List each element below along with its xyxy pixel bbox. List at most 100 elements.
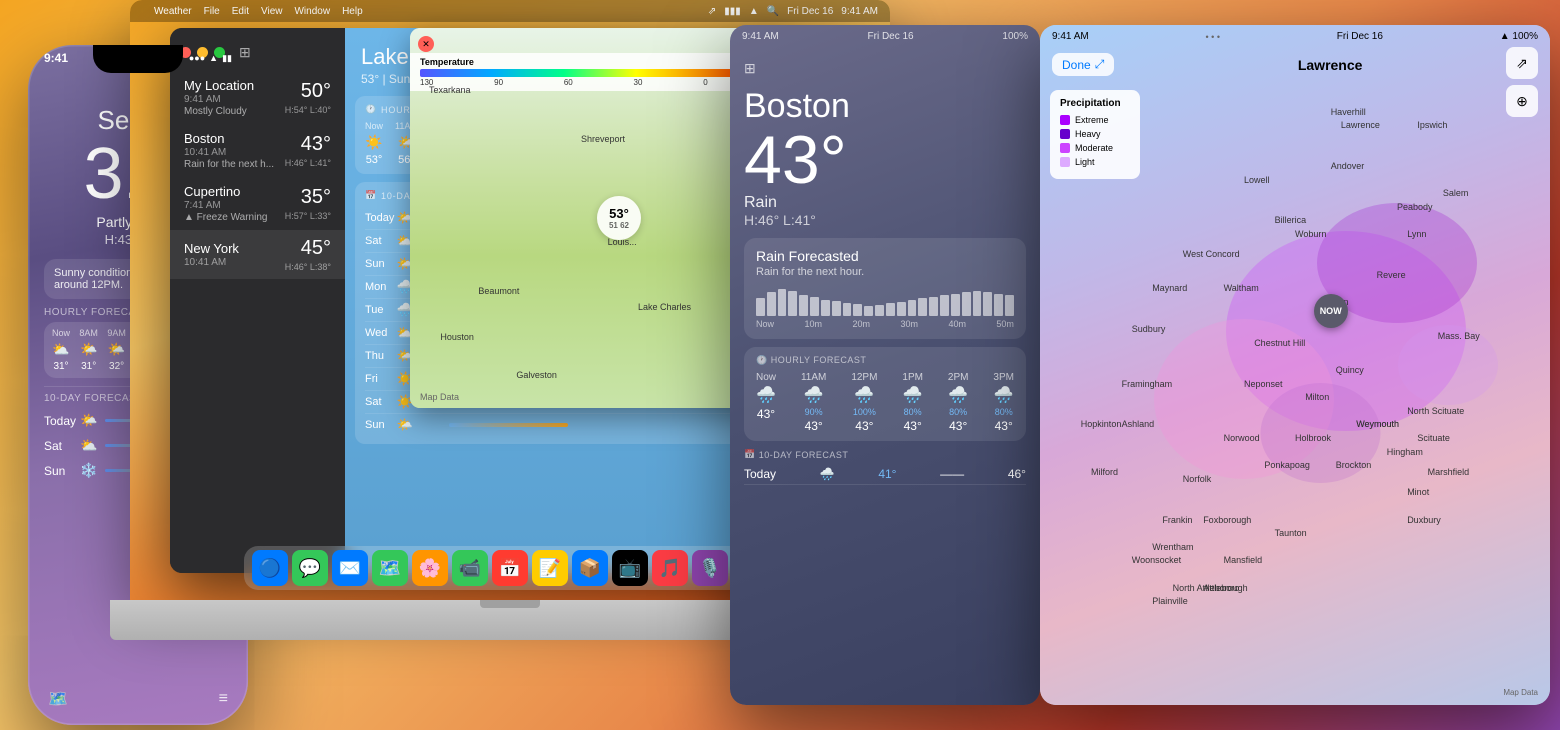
precip-level: Light (1060, 157, 1130, 167)
rain-bar (853, 304, 862, 316)
map-city-marshfield: Marshfield (1428, 467, 1470, 477)
ipad-main-battery: 100% (1002, 31, 1028, 42)
menu-edit[interactable]: Edit (232, 6, 249, 17)
dock-app-messages[interactable]: 💬 (292, 550, 328, 586)
dock-app-mail[interactable]: ✉️ (332, 550, 368, 586)
signal-icon: ●●● (189, 53, 205, 63)
rain-time-label: Now (756, 319, 774, 329)
menu-battery: ▮▮▮ (724, 6, 741, 17)
rain-time-label: 20m (852, 319, 870, 329)
map-city-frankin: Frankin (1162, 515, 1192, 525)
rain-bar (918, 298, 927, 316)
menu-file[interactable]: File (204, 6, 220, 17)
macbook-menubar: Weather File Edit View Window Help ⇗ ▮▮▮… (130, 0, 890, 22)
ipad-map-wifi: ▲ 100% (1500, 31, 1538, 42)
rain-time-labels: Now10m20m30m40m50m (756, 319, 1014, 329)
rain-bar (908, 300, 917, 317)
map-data-label[interactable]: Map Data (420, 392, 459, 402)
dock-app-photos[interactable]: 🌸 (412, 550, 448, 586)
ipad-map-status: 9:41 AM • • • Fri Dec 16 ▲ 100% (1052, 31, 1538, 42)
dock-app-calendar[interactable]: 📅 (492, 550, 528, 586)
rain-bar (843, 303, 852, 317)
rain-bar (767, 292, 776, 316)
menu-help[interactable]: Help (342, 6, 363, 17)
ipad-10day-label: 📅 10-DAY FORECAST (744, 449, 1026, 460)
dock-app-facetime[interactable]: 📹 (452, 550, 488, 586)
expand-icon: ⤢ (1095, 57, 1105, 72)
rain-bar (821, 300, 830, 317)
ipad-map-time: 9:41 AM (1052, 31, 1089, 42)
rain-bar (940, 295, 949, 316)
sidebar-toggle-icon[interactable]: ⊞ (239, 44, 251, 61)
map-temp-badge: 53° 51 62 (597, 196, 641, 240)
precipitation-legend: Precipitation ExtremeHeavyModerateLight (1050, 90, 1140, 179)
done-button[interactable]: Done ⤢ (1052, 53, 1114, 76)
precip-legend-title: Precipitation (1060, 98, 1130, 109)
rain-bar (875, 305, 884, 316)
map-city-neponset: Neponset (1244, 379, 1283, 389)
rain-bar (778, 289, 787, 316)
sidebar-items-list: My Location 9:41 AM Mostly Cloudy 50° H:… (170, 71, 345, 279)
sidebar-item[interactable]: My Location 9:41 AM Mostly Cloudy 50° H:… (170, 71, 345, 124)
ipad-hilo: H:46° L:41° (744, 212, 1026, 228)
mac-hourly-col: Now☀️53° (365, 121, 383, 166)
rain-time-label: 10m (804, 319, 822, 329)
map-close-btn[interactable]: ✕ (418, 36, 434, 52)
ipad-map-date: Fri Dec 16 (1337, 31, 1383, 42)
ipad-main-time: 9:41 AM (742, 31, 779, 42)
iphone-map-icon[interactable]: 🗺️ (48, 689, 68, 709)
menu-search-icon[interactable]: 🔍 (767, 6, 779, 17)
rain-time-label: 40m (948, 319, 966, 329)
ipad-map-title: Lawrence (1122, 57, 1538, 73)
map-city-mansfield: Mansfield (1224, 555, 1263, 565)
map-city-haverhill: Haverhill (1331, 107, 1366, 117)
map-badge-temp: 53° (609, 206, 629, 221)
map-city-peabody: Peabody (1397, 202, 1433, 212)
sidebar-item[interactable]: Boston 10:41 AM Rain for the next h... 4… (170, 124, 345, 177)
dock-app-tv[interactable]: 📺 (612, 550, 648, 586)
dock-app-maps[interactable]: 🗺️ (372, 550, 408, 586)
precip-level: Extreme (1060, 115, 1130, 125)
precip-levels: ExtremeHeavyModerateLight (1060, 115, 1130, 167)
location-button[interactable]: ⇗ (1506, 47, 1538, 79)
sidebar-item[interactable]: New York 10:41 AM 45° H:46° L:38° (170, 230, 345, 279)
map-city-texarkana: Texarkana (429, 85, 471, 95)
rain-bar (799, 295, 808, 316)
sidebar-item[interactable]: Cupertino 7:41 AM ▲ Freeze Warning 35° H… (170, 177, 345, 230)
rain-bar (951, 294, 960, 317)
ipad-sidebar-icon[interactable]: ⊞ (744, 60, 756, 77)
ipad-hourly-col: 2PM🌧️80%43° (948, 372, 969, 433)
ipad-condition: Rain (744, 194, 1026, 212)
battery-icon: ▮▮ (222, 53, 232, 64)
rain-time-label: 50m (996, 319, 1014, 329)
dock-app-music[interactable]: 🎵 (652, 550, 688, 586)
ipad-main-content: ⊞ Boston 43° Rain H:46° L:41° Rain Forec… (730, 50, 1040, 705)
dock-app-appstore[interactable]: 📦 (572, 550, 608, 586)
map-city-milford: Milford (1091, 467, 1118, 477)
ipad-map-data-label[interactable]: Map Data (1503, 688, 1538, 697)
iphone-hour-item: Now⛅31° (52, 328, 70, 372)
ipad-main-status: 9:41 AM Fri Dec 16 100% (742, 31, 1028, 42)
iphone-hour-item: 9AM🌤️32° (107, 328, 126, 372)
dock-app-notes[interactable]: 📝 (532, 550, 568, 586)
dock-app-finder[interactable]: 🔵 (252, 550, 288, 586)
dock-app-podcasts[interactable]: 🎙️ (692, 550, 728, 586)
rain-bar (864, 306, 873, 317)
map-city-billerica: Billerica (1275, 215, 1307, 225)
map-city-brockton: Brockton (1336, 460, 1372, 470)
menu-weather[interactable]: Weather (154, 6, 192, 17)
menu-window[interactable]: Window (294, 6, 330, 17)
dock: 🔵💬✉️🗺️🌸📹📅📝📦📺🎵🎙️📰 (244, 546, 776, 590)
map-city-plainville: Plainville (1152, 596, 1188, 606)
ipad-hourly-card: 🕐 HOURLY FORECAST Now🌧️43°11AM🌧️90%43°12… (744, 347, 1026, 441)
ipad-map-device: 9:41 AM • • • Fri Dec 16 ▲ 100% Done ⤢ L… (1040, 25, 1550, 705)
clock-icon: 🕐 (365, 104, 377, 115)
layers-button[interactable]: ⊕ (1506, 85, 1538, 117)
map-city-norfolk: Norfolk (1183, 474, 1212, 484)
ipad-rain-title: Rain Forecasted (756, 248, 1014, 264)
map-city-weymouth: Weymouth (1356, 419, 1399, 429)
map-city-lowell: Lowell (1244, 175, 1270, 185)
menu-view[interactable]: View (261, 6, 283, 17)
map-city-sudbury: Sudbury (1132, 324, 1166, 334)
rain-bar (962, 292, 971, 316)
